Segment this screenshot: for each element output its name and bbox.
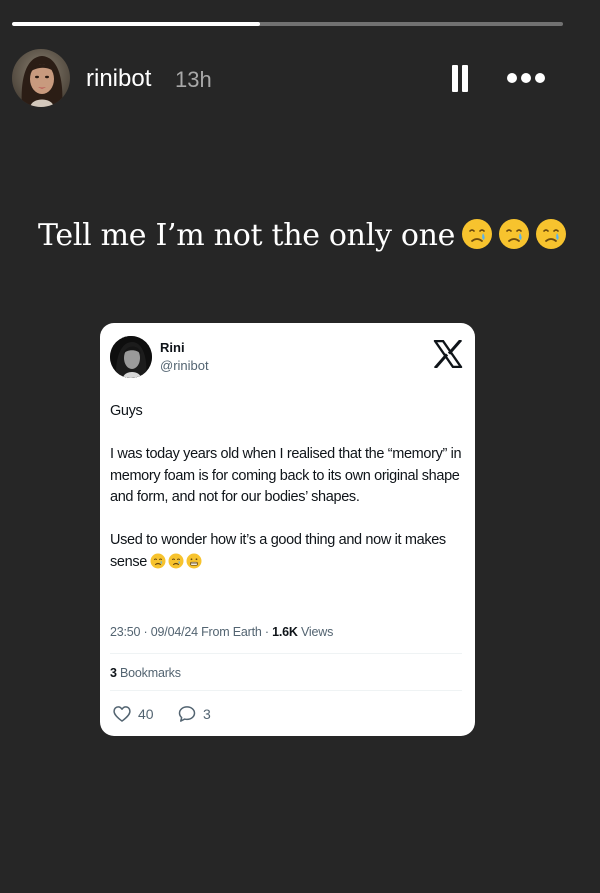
- divider: [110, 653, 462, 654]
- tweet-views-count: 1.6K: [272, 625, 298, 639]
- heart-icon: [113, 706, 131, 722]
- story-progress-bar: [12, 22, 563, 26]
- reply-button[interactable]: 3: [177, 704, 211, 724]
- tweet-bookmarks[interactable]: 3 Bookmarks: [110, 666, 181, 680]
- bookmarks-label: Bookmarks: [116, 666, 181, 680]
- bookmarks-count: 3: [110, 666, 117, 680]
- tweet-card[interactable]: Rini @rinibot Guys I was today years old…: [100, 323, 475, 736]
- crying-face-emoji: [499, 219, 530, 249]
- more-options-icon[interactable]: [505, 73, 547, 85]
- tweet-emojis: [150, 553, 202, 569]
- tweet-paragraph: I was today years old when I realised th…: [110, 446, 462, 505]
- caption-emojis: [461, 218, 567, 250]
- caption-text: Tell me I’m not the only one: [38, 218, 456, 253]
- story-timestamp: 13h: [175, 67, 212, 92]
- reply-bubble-icon: [178, 706, 196, 722]
- tweet-author-handle[interactable]: @rinibot: [160, 358, 209, 373]
- crying-face-emoji: [150, 553, 166, 568]
- tweet-profile-photo: [110, 336, 152, 378]
- like-button[interactable]: 40: [112, 704, 154, 724]
- story-header: rinibot 13h: [12, 49, 560, 109]
- tweet-avatar[interactable]: [110, 336, 152, 378]
- crying-face-emoji: [462, 219, 493, 249]
- tweet-paragraph: Used to wonder how it’s a good thing and…: [110, 530, 466, 573]
- pause-icon[interactable]: [450, 65, 470, 93]
- story-username[interactable]: rinibot: [86, 65, 151, 93]
- reply-count: 3: [203, 706, 211, 722]
- story-caption: Tell me I’m not the only one: [38, 218, 578, 253]
- grimacing-face-emoji: [186, 553, 202, 568]
- tweet-paragraph: Guys: [110, 403, 143, 419]
- profile-photo: [12, 49, 70, 107]
- tweet-views-label: Views: [297, 625, 334, 639]
- like-count: 40: [138, 706, 154, 722]
- tweet-metadata: 23:50 · 09/04/24 From Earth · 1.6K Views: [110, 625, 333, 639]
- crying-face-emoji: [168, 553, 184, 568]
- avatar[interactable]: [12, 49, 70, 107]
- story-progress-fill: [12, 22, 260, 26]
- crying-face-emoji: [536, 219, 567, 249]
- divider: [110, 690, 462, 691]
- tweet-author-name[interactable]: Rini: [160, 340, 185, 355]
- tweet-body: Guys I was today years old when I realis…: [110, 401, 466, 573]
- tweet-timestamp: 23:50 · 09/04/24 From Earth ·: [110, 625, 273, 639]
- x-logo-icon: [433, 340, 463, 368]
